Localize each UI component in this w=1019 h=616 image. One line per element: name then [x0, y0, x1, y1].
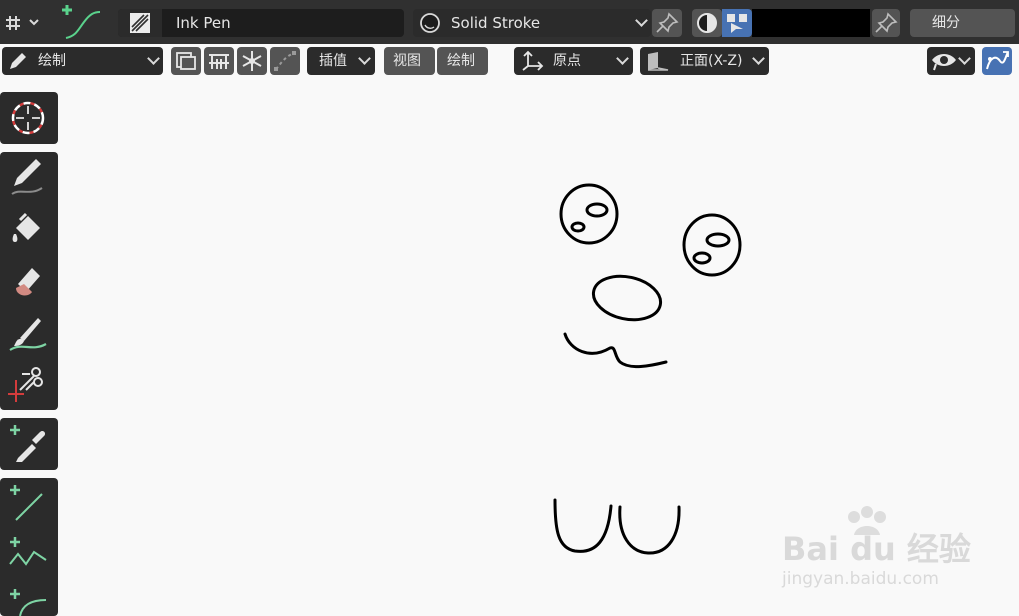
- chevron-down-icon: [616, 52, 629, 65]
- tool-polyline[interactable]: [0, 530, 58, 582]
- active-tool-icon[interactable]: [56, 2, 104, 42]
- pin-icon: [875, 12, 898, 33]
- tool-eyedropper[interactable]: [0, 418, 58, 470]
- stroke-right-eye: [682, 213, 742, 277]
- draw-menu-button[interactable]: 绘制: [437, 47, 488, 75]
- stroke-left-pupil-small: [570, 221, 586, 233]
- stroke-left-pupil-large: [585, 202, 609, 218]
- chevron-down-icon: [958, 52, 971, 65]
- watermark: Bai du 经验 jingyan.baidu.com: [780, 505, 980, 595]
- ink-pen-icon: [130, 13, 150, 33]
- draw-label: 绘制: [447, 53, 475, 69]
- tool-arc[interactable]: [0, 582, 58, 616]
- select-mode-points-button[interactable]: [171, 47, 201, 75]
- stroke-right-paw: [618, 505, 681, 555]
- pencil-icon: [10, 53, 26, 69]
- interpolate-menu[interactable]: 插值: [307, 47, 375, 75]
- visibility-menu[interactable]: [927, 47, 975, 75]
- brush-name: Ink Pen: [176, 14, 231, 32]
- watermark-url: jingyan.baidu.com: [782, 569, 939, 589]
- chevron-down-icon: [752, 52, 765, 65]
- dashed-curve-icon: [274, 51, 296, 71]
- plane-label: 正面(X-Z): [680, 53, 743, 69]
- mode-label: 绘制: [38, 53, 66, 69]
- eyedropper-icon: [10, 425, 46, 462]
- stroke-right-pupil-large: [705, 232, 731, 248]
- color-swatch[interactable]: [752, 9, 870, 37]
- eye-icon: [932, 54, 956, 71]
- stroke-select-icon: [176, 52, 196, 70]
- vertex-color-mode-button[interactable]: [722, 9, 752, 37]
- tool-erase[interactable]: [0, 256, 58, 308]
- axis-origin-icon: [522, 50, 544, 71]
- paint-bucket-icon: [12, 212, 40, 242]
- interpolate-label: 插值: [319, 53, 347, 69]
- tool-cursor[interactable]: [0, 92, 58, 144]
- material-selector[interactable]: Solid Stroke: [413, 9, 651, 37]
- tool-draw[interactable]: [0, 152, 58, 204]
- chevron-down-icon: [358, 52, 371, 65]
- select-mode-segment-button[interactable]: [237, 47, 267, 75]
- stroke-nose: [591, 274, 663, 322]
- mode-selector[interactable]: 绘制: [2, 47, 163, 75]
- material-color-mode-button[interactable]: [692, 9, 722, 37]
- chevron-down-icon: [635, 14, 648, 27]
- tool-tint[interactable]: [0, 308, 58, 360]
- brush-tint-icon: [9, 318, 47, 351]
- pencil-draw-icon: [11, 159, 43, 195]
- vertex-paint-icon: [727, 14, 747, 33]
- stroke-left-eye: [559, 183, 619, 245]
- multiframe-button[interactable]: [270, 47, 300, 75]
- tool-group-cursor: [0, 92, 58, 144]
- material-sphere-icon: [420, 13, 440, 33]
- pin-icon: [656, 12, 679, 33]
- snowflake-icon: [242, 51, 262, 71]
- 3d-cursor-icon: [11, 101, 45, 135]
- scissors-cutter-icon: [8, 367, 43, 402]
- material-name: Solid Stroke: [451, 14, 541, 32]
- grid-stroke-icon: [209, 54, 229, 69]
- tool-cutter[interactable]: [0, 360, 58, 410]
- tool-line[interactable]: [0, 478, 58, 530]
- stroke-mouth: [563, 332, 668, 369]
- gizmo-menu-button[interactable]: [4, 10, 44, 36]
- front-plane-icon: [648, 52, 669, 71]
- eraser-icon: [16, 268, 40, 296]
- view-label: 视图: [393, 53, 421, 69]
- overlay-toggle-button[interactable]: [982, 47, 1012, 75]
- brush-preview[interactable]: [118, 9, 162, 37]
- line-add-icon: [10, 485, 43, 521]
- tool-settings-bar: 绘制 插值 视图 绘制 原点 正面(X-Z): [0, 44, 1019, 80]
- polyline-add-icon: [9, 537, 47, 566]
- origin-label: 原点: [553, 53, 581, 69]
- tool-fill[interactable]: [0, 204, 58, 256]
- tool-group-eyedropper: [0, 418, 58, 470]
- transform-gizmo-icon: [6, 16, 39, 30]
- top-header-bar: Ink Pen Solid Stroke 细分: [0, 0, 1019, 44]
- stroke-right-pupil-small: [692, 251, 712, 265]
- select-mode-stroke-button[interactable]: [204, 47, 234, 75]
- tool-group-draw: [0, 152, 58, 410]
- curve-overlay-icon: [986, 51, 1009, 70]
- plane-selector[interactable]: 正面(X-Z): [640, 47, 769, 75]
- watermark-brand: Bai du 经验: [782, 530, 971, 568]
- stroke-left-paw: [553, 498, 613, 553]
- sphere-shading-icon: [697, 13, 717, 33]
- chevron-down-icon: [147, 52, 160, 65]
- subdivide-button[interactable]: 细分: [910, 9, 1015, 37]
- pin-color-button[interactable]: [872, 9, 900, 37]
- tool-group-primitives: [0, 478, 58, 616]
- origin-selector[interactable]: 原点: [514, 47, 633, 75]
- view-menu-button[interactable]: 视图: [384, 47, 435, 75]
- brush-selector[interactable]: Ink Pen: [118, 9, 404, 37]
- curve-add-icon: [62, 5, 101, 39]
- pin-material-button[interactable]: [652, 9, 682, 37]
- subdivide-label: 细分: [932, 15, 960, 31]
- arc-add-icon: [10, 589, 47, 616]
